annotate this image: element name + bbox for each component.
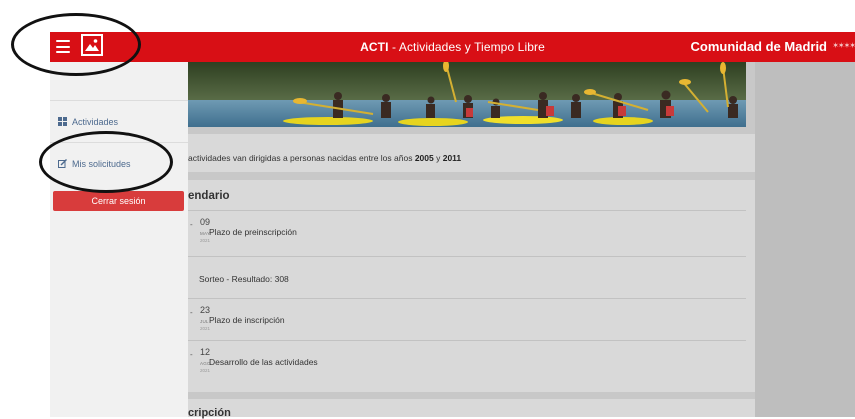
calendar-title: endario (188, 190, 230, 202)
event-dash: - (190, 220, 193, 229)
event-label: Desarrollo de las actividades (209, 357, 318, 367)
stars-icon: ✶✶✶✶ (832, 41, 855, 50)
year-to: 2011 (442, 153, 462, 163)
calendar-divider (188, 210, 746, 211)
event-label: Plazo de inscripción (209, 315, 285, 325)
intro-card: actividades van dirigidas a personas nac… (188, 134, 755, 172)
event-month: JUL (200, 319, 209, 324)
event-year: 2021 (200, 326, 211, 331)
event-day: 09 (200, 217, 211, 227)
event-dash: - (190, 308, 193, 317)
registration-card: cripción (188, 399, 755, 419)
calendar-card: endario - 09 MAY 2021 Plazo de preinscri… (188, 180, 755, 392)
annotation-circle-solicitudes (39, 131, 173, 193)
sidebar-divider (50, 100, 188, 101)
event-year: 2021 (200, 238, 211, 243)
intro-text: actividades van dirigidas a personas nac… (188, 153, 461, 163)
calendar-event: - 12 AGO 2021 Desarrollo de las activida… (188, 343, 746, 383)
year-from: 2005 (414, 153, 434, 163)
calendar-divider (188, 298, 746, 299)
intro-joiner: y (433, 153, 443, 163)
intro-text-main: actividades van dirigidas a personas nac… (188, 153, 415, 163)
event-label: Plazo de preinscripción (209, 227, 297, 237)
annotation-circle-menu (11, 13, 141, 76)
main-content: actividades van dirigidas a personas nac… (188, 62, 755, 419)
sidebar: Actividades Mis solicitudes Cerrar sesió… (50, 62, 188, 417)
event-label: Sorteo - Resultado: 308 (199, 274, 289, 284)
calendar-divider (188, 340, 746, 341)
calendar-event: Sorteo - Resultado: 308 (188, 260, 746, 300)
app-title-rest: - Actividades y Tiempo Libre (388, 40, 545, 54)
calendar-divider (188, 256, 746, 257)
event-day: 12 (200, 347, 211, 357)
grid-icon (58, 117, 67, 126)
event-dash: - (190, 350, 193, 359)
calendar-event: - 23 JUL 2021 Plazo de inscripción (188, 301, 746, 341)
right-panel (755, 62, 855, 417)
registration-title: cripción (188, 407, 231, 419)
event-day: 23 (200, 305, 211, 315)
event-year: 2021 (200, 368, 211, 373)
app-title-bold: ACTI (360, 40, 389, 54)
top-bar: ACTI - Actividades y Tiempo Libre Comuni… (50, 32, 855, 62)
brand-logo[interactable]: Comunidad de Madrid (691, 39, 828, 54)
hero-image (188, 62, 746, 127)
sidebar-item-label: Actividades (72, 117, 119, 127)
calendar-event: - 09 MAY 2021 Plazo de preinscripción (188, 213, 746, 253)
logout-button[interactable]: Cerrar sesión (53, 191, 184, 211)
